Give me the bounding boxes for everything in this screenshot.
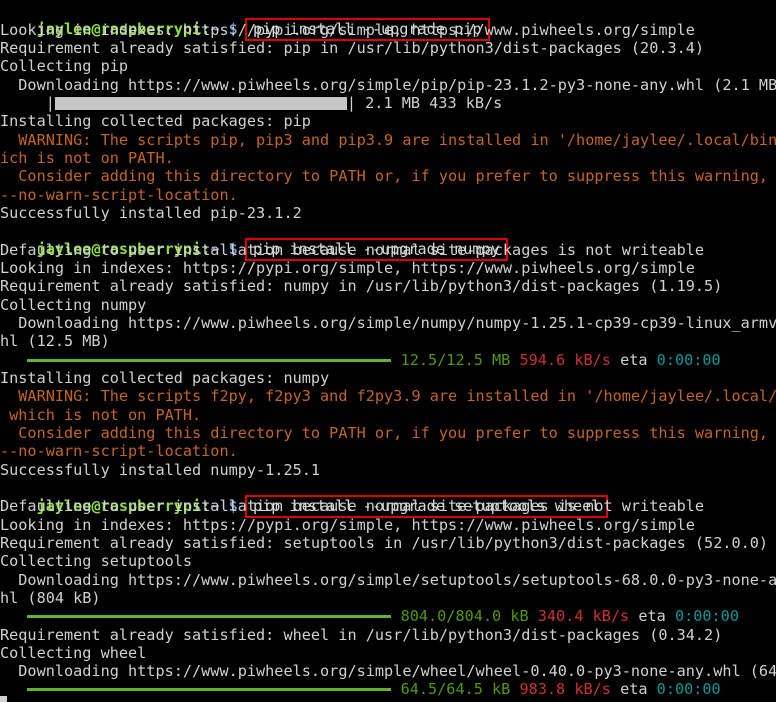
terminal-window[interactable]: jaylee@raspberrypi:~ $ pip install --upg…: [0, 0, 776, 702]
progress-bar-numpy: [27, 359, 392, 362]
eta-label: eta: [620, 680, 648, 698]
output-line: Collecting numpy: [0, 296, 147, 314]
warning-line: WARNING: The scripts f2py, f2py3 and f2p…: [0, 387, 776, 405]
output-line: Collecting pip: [0, 57, 129, 75]
output-line: hl (12.5 MB): [0, 332, 110, 350]
warning-line: WARNING: The scripts pip, pip3 and pip3.…: [0, 131, 776, 149]
eta-label: eta: [638, 607, 666, 625]
progress-line-wheel: 64.5/64.5 kB 983.8 kB/s eta 0:00:00: [0, 680, 721, 698]
output-line: Installing collected packages: pip: [0, 112, 311, 130]
warning-line: --no-warn-script-location.: [0, 442, 238, 460]
download-speed: 340.4 kB/s: [537, 607, 630, 625]
progress-line-pip: | | 2.1 MB 433 kB/s: [0, 94, 503, 112]
prompt-line-2: jaylee@raspberrypi:~ $ pip install --upg…: [0, 222, 508, 261]
progress-bar-pip: [54, 97, 347, 110]
output-line: Requirement already satisfied: setuptool…: [0, 534, 769, 552]
output-line: Collecting setuptools: [0, 552, 193, 570]
progress-bar-left-edge: |: [0, 94, 55, 112]
eta-value: 0:00:00: [656, 680, 721, 698]
progress-stats-pip: | 2.1 MB 433 kB/s: [346, 94, 503, 112]
output-line: Requirement already satisfied: wheel in …: [0, 626, 723, 644]
output-line: Downloading https://www.piwheels.org/sim…: [0, 571, 776, 589]
eta-value: 0:00:00: [656, 351, 721, 369]
progress-bar-wheel: [27, 688, 392, 691]
output-line: Defaulting to user installation because …: [0, 241, 705, 259]
prompt-line-1: jaylee@raspberrypi:~ $ pip install --upg…: [0, 2, 490, 41]
download-size: 64.5/64.5 kB: [400, 680, 511, 698]
output-line: Requirement already satisfied: numpy in …: [0, 277, 723, 295]
output-line: Downloading https://www.piwheels.org/sim…: [0, 76, 776, 94]
warning-line: Consider adding this directory to PATH o…: [0, 167, 769, 185]
terminal-cursor: [0, 696, 7, 702]
download-size: 12.5/12.5 MB: [400, 351, 511, 369]
warning-line: ich is not on PATH.: [0, 149, 174, 167]
output-line: Downloading https://www.piwheels.org/sim…: [0, 662, 776, 680]
progress-line-numpy: 12.5/12.5 MB 594.6 kB/s eta 0:00:00: [0, 351, 721, 369]
eta-value: 0:00:00: [674, 607, 739, 625]
output-line: Downloading https://www.piwheels.org/sim…: [0, 314, 776, 332]
output-line: Defaulting to user installation because …: [0, 497, 705, 515]
warning-line: --no-warn-script-location.: [0, 186, 238, 204]
download-speed: 983.8 kB/s: [519, 680, 611, 698]
progress-line-setuptools: 804.0/804.0 kB 340.4 kB/s eta 0:00:00: [0, 607, 739, 625]
prompt-line-3: jaylee@raspberrypi:~ $ pip install --upg…: [0, 479, 609, 518]
output-line: Looking in indexes: https://pypi.org/sim…: [0, 259, 695, 277]
download-speed: 594.6 kB/s: [519, 351, 611, 369]
progress-bar-setuptools: [27, 615, 392, 618]
output-line: Looking in indexes: https://pypi.org/sim…: [0, 21, 695, 39]
warning-line: which is not on PATH.: [0, 406, 202, 424]
download-size: 804.0/804.0 kB: [400, 607, 529, 625]
success-line: Successfully installed numpy-1.25.1: [0, 461, 321, 479]
eta-label: eta: [620, 351, 648, 369]
success-line: Successfully installed pip-23.1.2: [0, 204, 302, 222]
output-line: hl (804 kB): [0, 589, 101, 607]
output-line: Collecting wheel: [0, 644, 147, 662]
output-line: Requirement already satisfied: pip in /u…: [0, 39, 705, 57]
output-line: Looking in indexes: https://pypi.org/sim…: [0, 516, 695, 534]
output-line: Installing collected packages: numpy: [0, 369, 330, 387]
warning-line: Consider adding this directory to PATH o…: [0, 424, 769, 442]
